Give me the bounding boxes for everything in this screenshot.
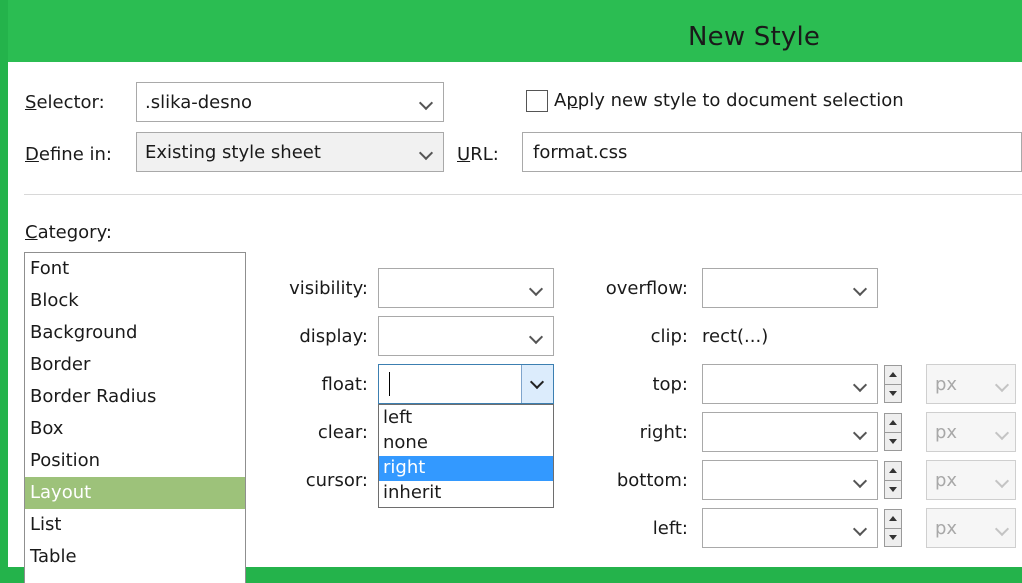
bottom-spinner[interactable] (884, 461, 902, 499)
spin-up-icon[interactable] (889, 372, 897, 377)
selector-value: .slika-desno (145, 92, 253, 113)
spin-up-icon[interactable] (889, 420, 897, 425)
chevron-down-icon[interactable] (528, 329, 544, 345)
apply-style-label[interactable]: Apply new style to document selection (554, 90, 904, 111)
visibility-label: visibility: (289, 278, 368, 299)
category-item-font[interactable]: Font (25, 253, 245, 285)
float-option-left[interactable]: left (379, 406, 553, 431)
top-spinner[interactable] (884, 365, 902, 403)
chevron-down-icon[interactable] (852, 473, 868, 489)
category-item-background[interactable]: Background (25, 317, 245, 349)
overflow-combobox[interactable] (702, 268, 878, 308)
float-label: float: (321, 374, 368, 395)
bottom-unit-select[interactable]: px (926, 460, 1016, 500)
cursor-label: cursor: (305, 470, 368, 491)
right-label: right: (639, 422, 688, 443)
chevron-down-icon[interactable] (529, 374, 545, 390)
float-dropdown-button[interactable] (521, 365, 553, 403)
visibility-combobox[interactable] (378, 268, 554, 308)
top-combobox[interactable] (702, 364, 878, 404)
apply-style-checkbox[interactable] (526, 90, 548, 112)
define-in-value: Existing style sheet (145, 142, 321, 163)
chevron-down-icon[interactable] (852, 425, 868, 441)
selector-label: Selector: (25, 92, 105, 113)
spin-down-icon[interactable] (889, 439, 897, 444)
define-in-combobox[interactable]: Existing style sheet (136, 132, 444, 172)
category-item-block[interactable]: Block (25, 285, 245, 317)
url-input[interactable]: format.css (522, 132, 1022, 172)
category-item-box[interactable]: Box (25, 413, 245, 445)
url-label: URL: (457, 144, 499, 165)
category-listbox[interactable]: Font Block Background Border Border Radi… (24, 252, 246, 583)
spin-down-icon[interactable] (889, 487, 897, 492)
left-combobox[interactable] (702, 508, 878, 548)
chevron-down-icon[interactable] (994, 521, 1010, 537)
category-label: Category: (25, 222, 112, 243)
category-item-table[interactable]: Table (25, 541, 245, 573)
chevron-down-icon[interactable] (994, 377, 1010, 393)
float-option-none[interactable]: none (379, 431, 553, 456)
float-combobox[interactable] (378, 364, 554, 404)
overflow-label: overflow: (605, 278, 688, 299)
chevron-down-icon[interactable] (994, 473, 1010, 489)
chevron-down-icon[interactable] (994, 425, 1010, 441)
title-bar: New Style (8, 0, 1022, 62)
separator (24, 194, 1022, 195)
define-in-label: Define in: (25, 144, 112, 165)
chevron-down-icon[interactable] (852, 281, 868, 297)
float-dropdown-list[interactable]: left none right inherit (378, 404, 554, 508)
right-unit-select[interactable]: px (926, 412, 1016, 452)
selector-combobox[interactable]: .slika-desno (136, 82, 444, 122)
top-label: top: (652, 374, 688, 395)
right-spinner[interactable] (884, 413, 902, 451)
display-combobox[interactable] (378, 316, 554, 356)
spin-down-icon[interactable] (889, 535, 897, 540)
top-unit-select[interactable]: px (926, 364, 1016, 404)
chevron-down-icon[interactable] (418, 145, 434, 161)
chevron-down-icon[interactable] (418, 95, 434, 111)
bottom-combobox[interactable] (702, 460, 878, 500)
chevron-down-icon[interactable] (528, 281, 544, 297)
clear-label: clear: (317, 422, 368, 443)
chevron-down-icon[interactable] (852, 377, 868, 393)
display-label: display: (299, 326, 368, 347)
spin-up-icon[interactable] (889, 516, 897, 521)
category-item-border-radius[interactable]: Border Radius (25, 381, 245, 413)
spin-down-icon[interactable] (889, 391, 897, 396)
float-option-inherit[interactable]: inherit (379, 481, 553, 506)
chevron-down-icon[interactable] (852, 521, 868, 537)
bottom-label: bottom: (616, 470, 688, 491)
left-spinner[interactable] (884, 509, 902, 547)
spin-up-icon[interactable] (889, 468, 897, 473)
url-value: format.css (533, 142, 628, 163)
category-item-list[interactable]: List (25, 509, 245, 541)
clip-value[interactable]: rect(...) (702, 326, 768, 347)
category-item-layout[interactable]: Layout (25, 477, 245, 509)
new-style-dialog: Selector: .slika-desno Apply new style t… (8, 62, 1022, 583)
category-item-border[interactable]: Border (25, 349, 245, 381)
float-option-right[interactable]: right (379, 456, 553, 481)
left-unit-select[interactable]: px (926, 508, 1016, 548)
left-label: left: (652, 518, 688, 539)
clip-label: clip: (650, 326, 688, 347)
right-combobox[interactable] (702, 412, 878, 452)
category-item-position[interactable]: Position (25, 445, 245, 477)
text-caret (389, 372, 390, 396)
window-title: New Style (688, 22, 821, 52)
